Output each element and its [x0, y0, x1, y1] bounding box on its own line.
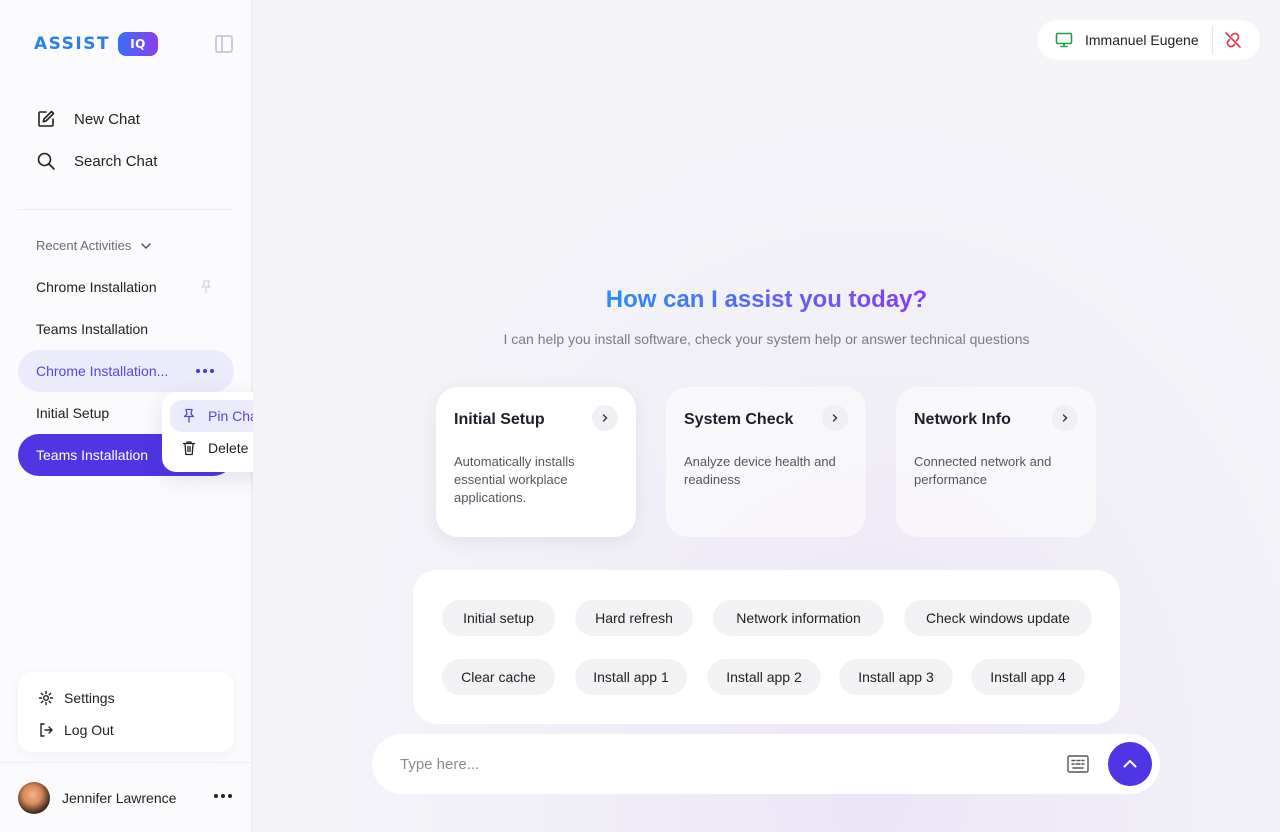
pill-divider	[1212, 26, 1213, 54]
recent-item-label: Chrome Installation...	[36, 363, 169, 379]
chevron-down-icon	[141, 242, 152, 249]
quick-action-chip[interactable]: Install app 4	[971, 659, 1085, 695]
card-description: Automatically installs essential workpla…	[454, 454, 575, 505]
device-name: Immanuel Eugene	[1085, 32, 1199, 48]
new-chat-icon	[38, 110, 55, 127]
recent-activities-header[interactable]: Recent Activities	[36, 238, 153, 253]
quick-action-chip[interactable]: Install app 1	[575, 659, 687, 695]
user-profile[interactable]: Jennifer Lawrence	[0, 762, 252, 832]
hero-title-text: How can I assist you today?	[605, 286, 928, 313]
recent-item-hovered[interactable]: Chrome Installation...	[18, 350, 234, 392]
settings-label: Settings	[64, 690, 115, 706]
logo-text: ASSIST	[34, 34, 111, 54]
search-icon	[37, 152, 55, 170]
message-input[interactable]	[400, 755, 1040, 773]
new-chat-button[interactable]: New Chat	[36, 107, 140, 131]
user-more-icon[interactable]	[214, 794, 232, 798]
chevron-right-icon[interactable]	[1052, 405, 1078, 431]
quick-action-chip[interactable]: Network information	[713, 600, 884, 636]
recent-item-label: Teams Installation	[36, 447, 149, 463]
quick-action-chip[interactable]: Install app 2	[707, 659, 821, 695]
new-chat-label: New Chat	[74, 110, 140, 128]
settings-menu: Settings Log Out	[18, 672, 234, 752]
suggestion-card[interactable]: Initial Setup Automatically installs ess…	[436, 387, 636, 537]
hero-subtitle: I can help you install software, check y…	[503, 331, 1030, 347]
recent-item-label: Initial Setup	[36, 405, 110, 421]
device-status-pill[interactable]: Immanuel Eugene	[1037, 20, 1260, 60]
quick-action-chip[interactable]: Install app 3	[839, 659, 953, 695]
trash-icon	[182, 441, 196, 456]
unlink-icon[interactable]	[1224, 31, 1242, 49]
logout-label: Log Out	[64, 722, 114, 738]
more-options-icon[interactable]	[196, 363, 214, 379]
card-description: Analyze device health and readiness	[684, 454, 836, 487]
pin-icon	[183, 408, 195, 423]
recent-item-label: Teams Installation	[36, 321, 149, 337]
recent-item[interactable]: Teams Installation	[18, 308, 234, 350]
logout-icon	[40, 723, 53, 737]
chevron-right-icon[interactable]	[822, 405, 848, 431]
card-description: Connected network and performance	[914, 454, 1052, 487]
keyboard-icon[interactable]	[1066, 753, 1090, 775]
chevron-right-icon[interactable]	[592, 405, 618, 431]
search-chat-label: Search Chat	[74, 152, 158, 170]
quick-actions-panel: Initial setup Hard refresh Network infor…	[413, 570, 1120, 724]
suggestion-card[interactable]: Network Info Connected network and perfo…	[896, 387, 1096, 537]
suggestion-card[interactable]: System Check Analyze device health and r…	[666, 387, 866, 537]
quick-action-chip[interactable]: Check windows update	[904, 600, 1092, 636]
recent-activities-label: Recent Activities	[36, 238, 132, 253]
sidebar-toggle-icon[interactable]	[214, 34, 234, 54]
quick-action-chip[interactable]: Clear cache	[442, 659, 555, 695]
pin-icon[interactable]	[198, 279, 214, 295]
composer	[372, 734, 1160, 794]
user-name: Jennifer Lawrence	[62, 789, 177, 806]
sidebar-divider	[18, 209, 232, 210]
gear-icon	[38, 690, 54, 706]
recent-item[interactable]: Chrome Installation	[18, 266, 234, 308]
hero-title: How can I assist you today?	[253, 286, 1280, 314]
settings-button[interactable]: Settings	[38, 682, 234, 714]
quick-action-chip[interactable]: Initial setup	[442, 600, 555, 636]
recent-item-label: Chrome Installation	[36, 279, 157, 295]
search-chat-button[interactable]: Search Chat	[36, 149, 157, 173]
app-logo[interactable]: ASSIST IQ	[34, 30, 159, 58]
delete-label: Delete	[208, 440, 249, 456]
quick-action-chip[interactable]: Hard refresh	[575, 600, 693, 636]
avatar	[18, 781, 50, 814]
main-area: Immanuel Eugene How can I assist you tod…	[253, 0, 1280, 832]
monitor-icon	[1055, 32, 1073, 48]
logout-button[interactable]: Log Out	[38, 714, 234, 746]
chevron-up-icon	[1123, 760, 1137, 768]
send-button[interactable]	[1108, 742, 1152, 786]
logo-badge: IQ	[118, 32, 159, 56]
